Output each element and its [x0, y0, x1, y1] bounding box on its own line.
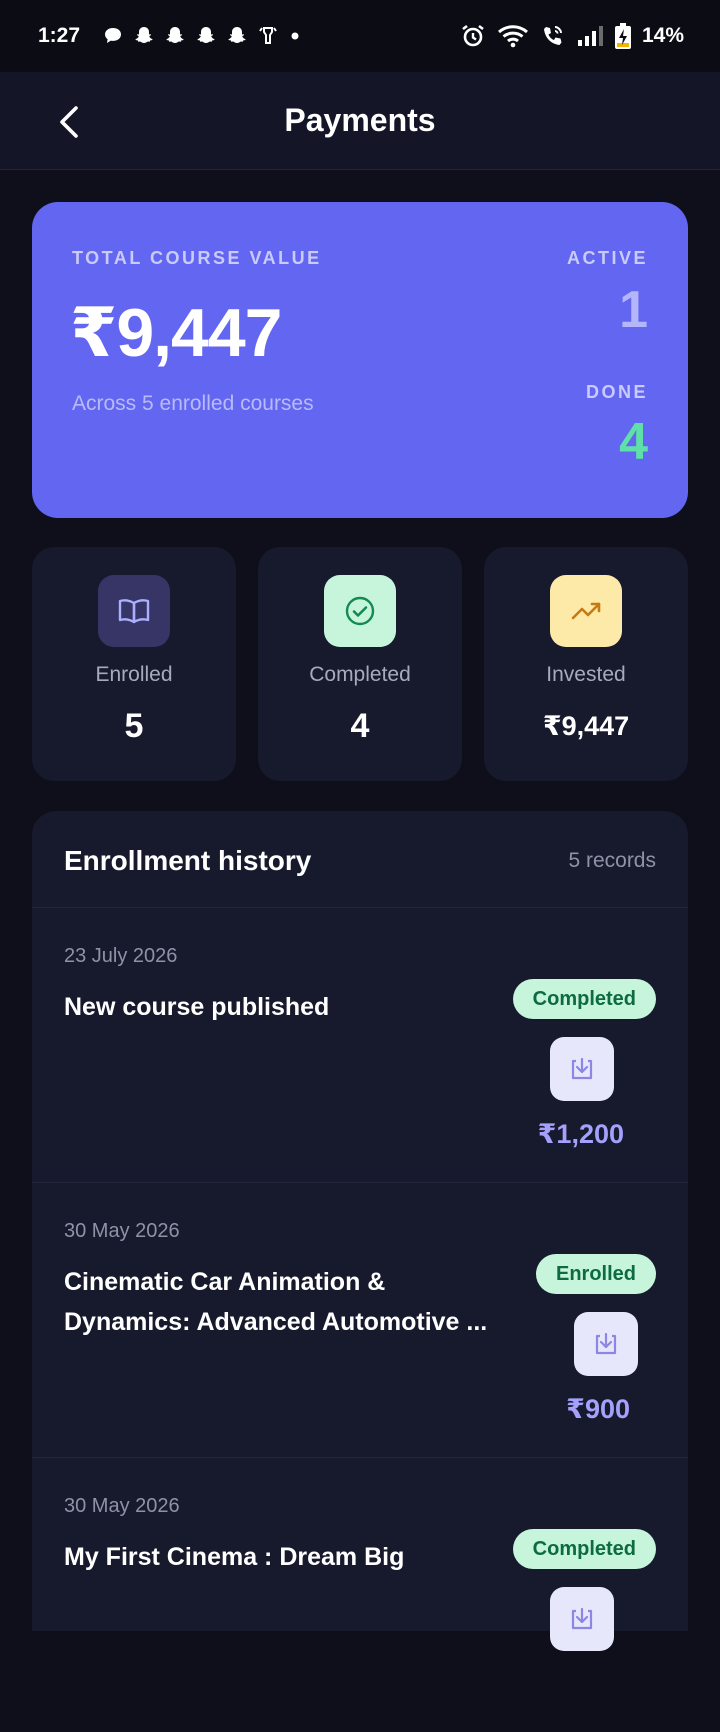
page-title: Payments: [284, 102, 436, 138]
snapchat-icon: [166, 27, 184, 43]
stat-card-completed: Completed 4: [258, 547, 462, 781]
active-label: ACTIVE: [566, 248, 648, 268]
app-notification-icon: [259, 27, 277, 44]
more-dot-icon: [291, 32, 299, 40]
records-count: 5 records: [568, 849, 656, 872]
total-value-amount: ₹9,447: [70, 295, 282, 371]
alarm-icon: [462, 24, 484, 47]
history-row[interactable]: 30 May 2026 My First Cinema : Dream Big …: [32, 1457, 688, 1732]
row-title: Cinematic Car Animation & Dynamics: Adva…: [64, 1268, 488, 1336]
stat-label: Invested: [546, 663, 626, 686]
app-header: Payments: [0, 72, 720, 170]
stat-value: 5: [124, 707, 144, 745]
active-count: 1: [619, 281, 648, 339]
wifi-call-icon: [543, 26, 562, 45]
stat-label: Completed: [309, 663, 411, 686]
row-amount: ₹1,200: [537, 1119, 624, 1149]
status-badge: Enrolled: [535, 1254, 656, 1294]
check-circle-icon: [324, 575, 396, 647]
history-row[interactable]: 30 May 2026 Cinematic Car Animation & Dy…: [32, 1182, 688, 1457]
download-icon: [571, 1057, 593, 1080]
row-date: 30 May 2026: [64, 1495, 180, 1517]
enrolled-courses-subtitle: Across 5 enrolled courses: [72, 392, 314, 415]
history-row[interactable]: 23 July 2026 New course published Comple…: [32, 907, 688, 1182]
done-count: 4: [619, 413, 648, 471]
total-course-value-card: TOTAL COURSE VALUE ₹9,447 Across 5 enrol…: [32, 202, 688, 518]
download-receipt-button[interactable]: [550, 1037, 614, 1101]
notification-icons: [102, 25, 302, 47]
status-bar: 1:27 14%: [0, 0, 720, 72]
book-icon: [98, 575, 170, 647]
download-icon: [595, 1332, 617, 1355]
history-title: Enrollment history: [64, 845, 312, 876]
stat-card-enrolled: Enrolled 5: [32, 547, 236, 781]
battery-percentage: 14%: [641, 24, 684, 47]
row-date: 30 May 2026: [64, 1220, 180, 1242]
status-badge: Completed: [512, 979, 656, 1019]
signal-icon: [577, 26, 603, 46]
done-label: DONE: [585, 382, 648, 402]
download-receipt-button[interactable]: [550, 1587, 614, 1651]
stat-value: ₹9,447: [542, 711, 630, 741]
stat-card-invested: Invested ₹9,447: [484, 547, 688, 781]
status-time: 1:27: [38, 24, 81, 47]
battery-charging-icon: [614, 23, 631, 49]
trending-up-icon: [550, 575, 622, 647]
download-icon: [571, 1607, 593, 1630]
snapchat-icon: [135, 27, 153, 43]
row-title: My First Cinema : Dream Big: [64, 1543, 405, 1571]
stat-label: Enrolled: [95, 663, 173, 686]
snapchat-icon: [197, 27, 215, 43]
enrollment-history: Enrollment history 5 records 23 July 202…: [32, 811, 688, 1651]
status-badge: Completed: [512, 1529, 656, 1569]
wifi-icon: [497, 25, 528, 48]
row-amount: ₹900: [566, 1394, 630, 1424]
row-date: 23 July 2026: [64, 945, 178, 967]
snapchat-icon: [228, 27, 246, 43]
row-title: New course published: [64, 993, 330, 1021]
chat-bubble-icon: [105, 28, 122, 43]
download-receipt-button[interactable]: [574, 1312, 638, 1376]
stat-value: 4: [350, 707, 370, 745]
status-right: 14%: [460, 22, 684, 50]
total-value-label: TOTAL COURSE VALUE: [72, 248, 322, 268]
